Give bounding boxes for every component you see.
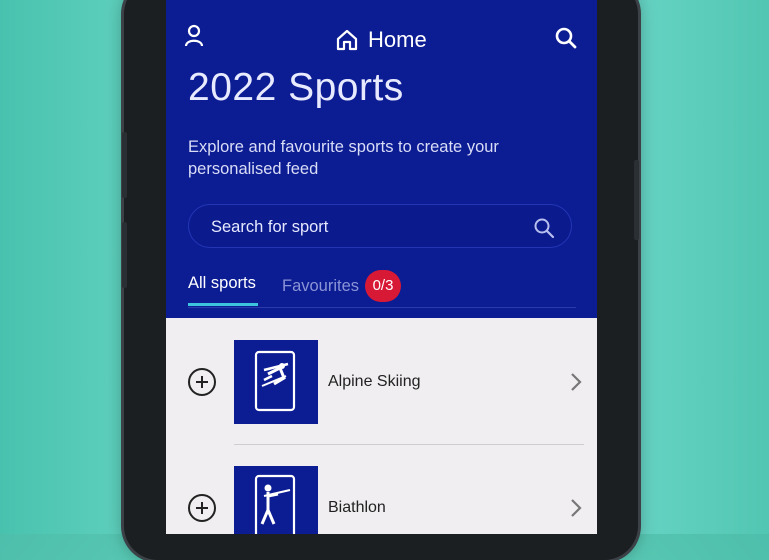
home-button[interactable]: Home <box>336 24 427 56</box>
home-label: Home <box>368 27 427 52</box>
sport-search-box <box>188 204 572 248</box>
tab-favourites[interactable]: Favourites 0/3 <box>282 270 402 302</box>
page-subtitle: Explore and favourite sports to create y… <box>188 138 499 178</box>
biathlon-pictogram-icon <box>254 474 296 534</box>
list-item[interactable]: Biathlon <box>166 466 597 534</box>
home-icon <box>336 29 358 51</box>
app-screen: Home 2022 Sports Explore and favourite s… <box>166 0 597 534</box>
list-divider <box>234 444 584 445</box>
search-icon <box>534 218 555 239</box>
top-bar: Home <box>166 0 597 70</box>
active-tab-indicator <box>188 303 258 306</box>
add-favourite-button[interactable] <box>188 368 216 396</box>
sport-name: Alpine Skiing <box>328 373 421 390</box>
favourites-count-badge: 0/3 <box>365 270 402 302</box>
profile-button[interactable] <box>184 24 210 50</box>
plus-icon <box>196 376 208 388</box>
tab-all-sports[interactable]: All sports <box>188 274 256 293</box>
add-favourite-button[interactable] <box>188 494 216 522</box>
sports-header: Home 2022 Sports Explore and favourite s… <box>166 0 597 318</box>
search-button[interactable] <box>554 26 580 52</box>
chevron-right-icon[interactable] <box>569 497 583 519</box>
sport-search-input[interactable] <box>209 214 513 240</box>
plus-icon <box>196 502 208 514</box>
person-icon <box>184 24 204 47</box>
sport-search-submit[interactable] <box>533 217 555 239</box>
search-icon <box>555 27 577 49</box>
sport-pictogram-tile <box>234 466 318 534</box>
sport-tabs: All sports Favourites 0/3 <box>188 270 578 310</box>
background-left <box>0 0 130 534</box>
list-item[interactable]: Alpine Skiing <box>166 340 597 424</box>
sport-name: Biathlon <box>328 499 386 516</box>
page-title: 2022 Sports <box>188 66 404 109</box>
phone-volume-down-button <box>122 222 127 288</box>
tab-favourites-label: Favourites <box>282 276 360 295</box>
chevron-right-icon[interactable] <box>569 371 583 393</box>
phone-power-button <box>634 160 639 240</box>
tab-all-sports-label: All sports <box>188 274 256 292</box>
phone-volume-up-button <box>122 132 127 198</box>
alpine-skiing-pictogram-icon <box>254 350 296 412</box>
background-right <box>629 0 769 534</box>
sport-pictogram-tile <box>234 340 318 424</box>
tabs-divider <box>188 307 576 308</box>
